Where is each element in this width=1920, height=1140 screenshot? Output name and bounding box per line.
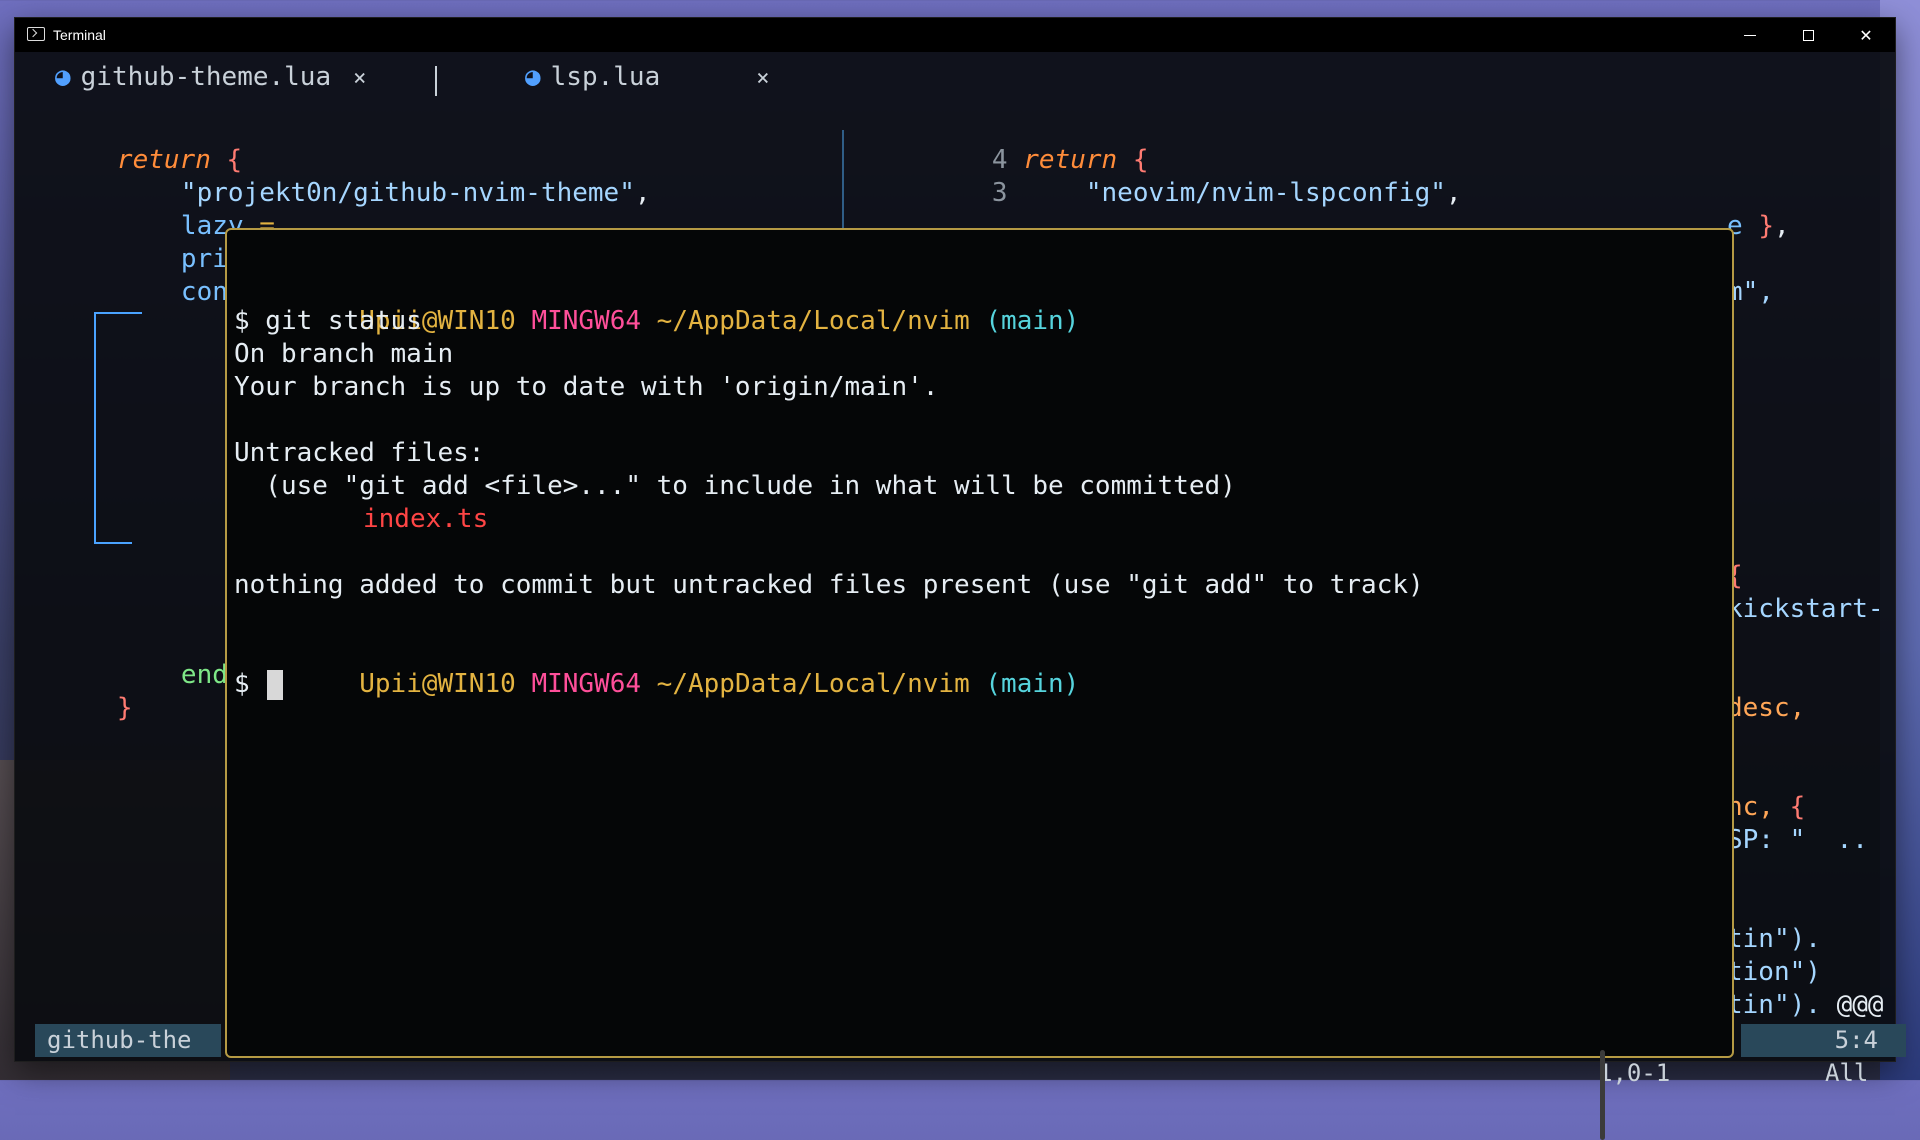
indent-guide (94, 542, 132, 544)
output-summary: nothing added to commit but untracked fi… (234, 570, 1424, 600)
cursor-position: 1,0-1 (1598, 1059, 1671, 1087)
scrollbar[interactable] (1600, 1050, 1605, 1140)
tab-close-icon[interactable]: × (353, 66, 366, 91)
prompt-line: Upii@WIN10 MINGW64 ~/AppData/Local/nvim … (359, 306, 1080, 336)
output-line: On branch main (234, 339, 454, 369)
moon-icon: ◕ (525, 62, 541, 92)
terminal-content[interactable]: ◕ github-theme.lua × ◕ lsp.lua × return { "p… (15, 52, 1906, 1140)
output-line: Your branch is up to date with 'origin/m… (234, 372, 939, 402)
code-snippet: nc, { (1727, 792, 1806, 822)
statusline-right: 5:4 (1741, 1024, 1906, 1057)
code-snippet: e }, (1727, 211, 1790, 241)
window-title: Terminal (53, 27, 106, 43)
command-line: $ git status (234, 306, 422, 336)
output-line: Untracked files: (234, 438, 485, 468)
code-snippet: tion") (1727, 957, 1821, 987)
input-prompt: $ (234, 669, 250, 699)
tab-lsp[interactable]: ◕ lsp.lua × (525, 60, 769, 94)
maximize-icon (1802, 29, 1814, 41)
code-snippet: SP: " .. (1727, 825, 1868, 855)
code-snippet: desc, (1727, 693, 1806, 723)
code-line: } (116, 693, 133, 723)
indent-guide (94, 312, 96, 544)
maximize-button[interactable] (1779, 18, 1837, 52)
untracked-file: index.ts (363, 504, 489, 534)
code-line: return { (116, 145, 243, 175)
code-snippet: m", (1727, 277, 1774, 307)
moon-icon: ◕ (55, 62, 71, 92)
prompt-line: Upii@WIN10 MINGW64 ~/AppData/Local/nvim … (359, 669, 1080, 699)
code-line: 4 return { (991, 145, 1149, 175)
tab-close-icon[interactable]: × (756, 66, 769, 91)
floating-terminal[interactable]: Upii@WIN10 MINGW64 ~/AppData/Local/nvim … (225, 228, 1734, 1140)
tab-separator (435, 66, 437, 96)
code-snippet: tin"). (1727, 924, 1821, 954)
minimize-button[interactable] (1721, 18, 1779, 52)
tab-github-theme[interactable]: ◕ github-theme.lua × (55, 60, 366, 94)
text-cursor (267, 670, 283, 700)
terminal-window: Terminal ✕ ◕ github-theme.lua × ◕ lsp.lua × … (15, 18, 1906, 1140)
titlebar[interactable]: Terminal ✕ (15, 18, 1895, 52)
close-button[interactable]: ✕ (1837, 18, 1895, 52)
terminal-icon (27, 27, 45, 41)
close-icon: ✕ (1859, 25, 1873, 45)
output-line: (use "git add <file>..." to include in w… (234, 471, 1236, 501)
pane-divider (842, 130, 844, 240)
tab-label: github-theme.lua (80, 62, 332, 92)
scroll-indicator: All (1825, 1059, 1869, 1087)
indent-guide (94, 312, 142, 314)
code-line: end, (180, 660, 244, 690)
code-snippet: kickstart- (1727, 594, 1884, 624)
minimize-icon (1744, 34, 1756, 36)
code-line: lazy = (180, 211, 275, 241)
tab-label: lsp.lua (550, 62, 661, 92)
code-line: "projekt0n/github-nvim-theme", (180, 178, 651, 208)
code-snippet: tin"). @@@ (1727, 990, 1884, 1020)
statusline-left: github-the (35, 1024, 221, 1057)
code-line: 3 "neovim/nvim-lspconfig", (991, 178, 1462, 208)
